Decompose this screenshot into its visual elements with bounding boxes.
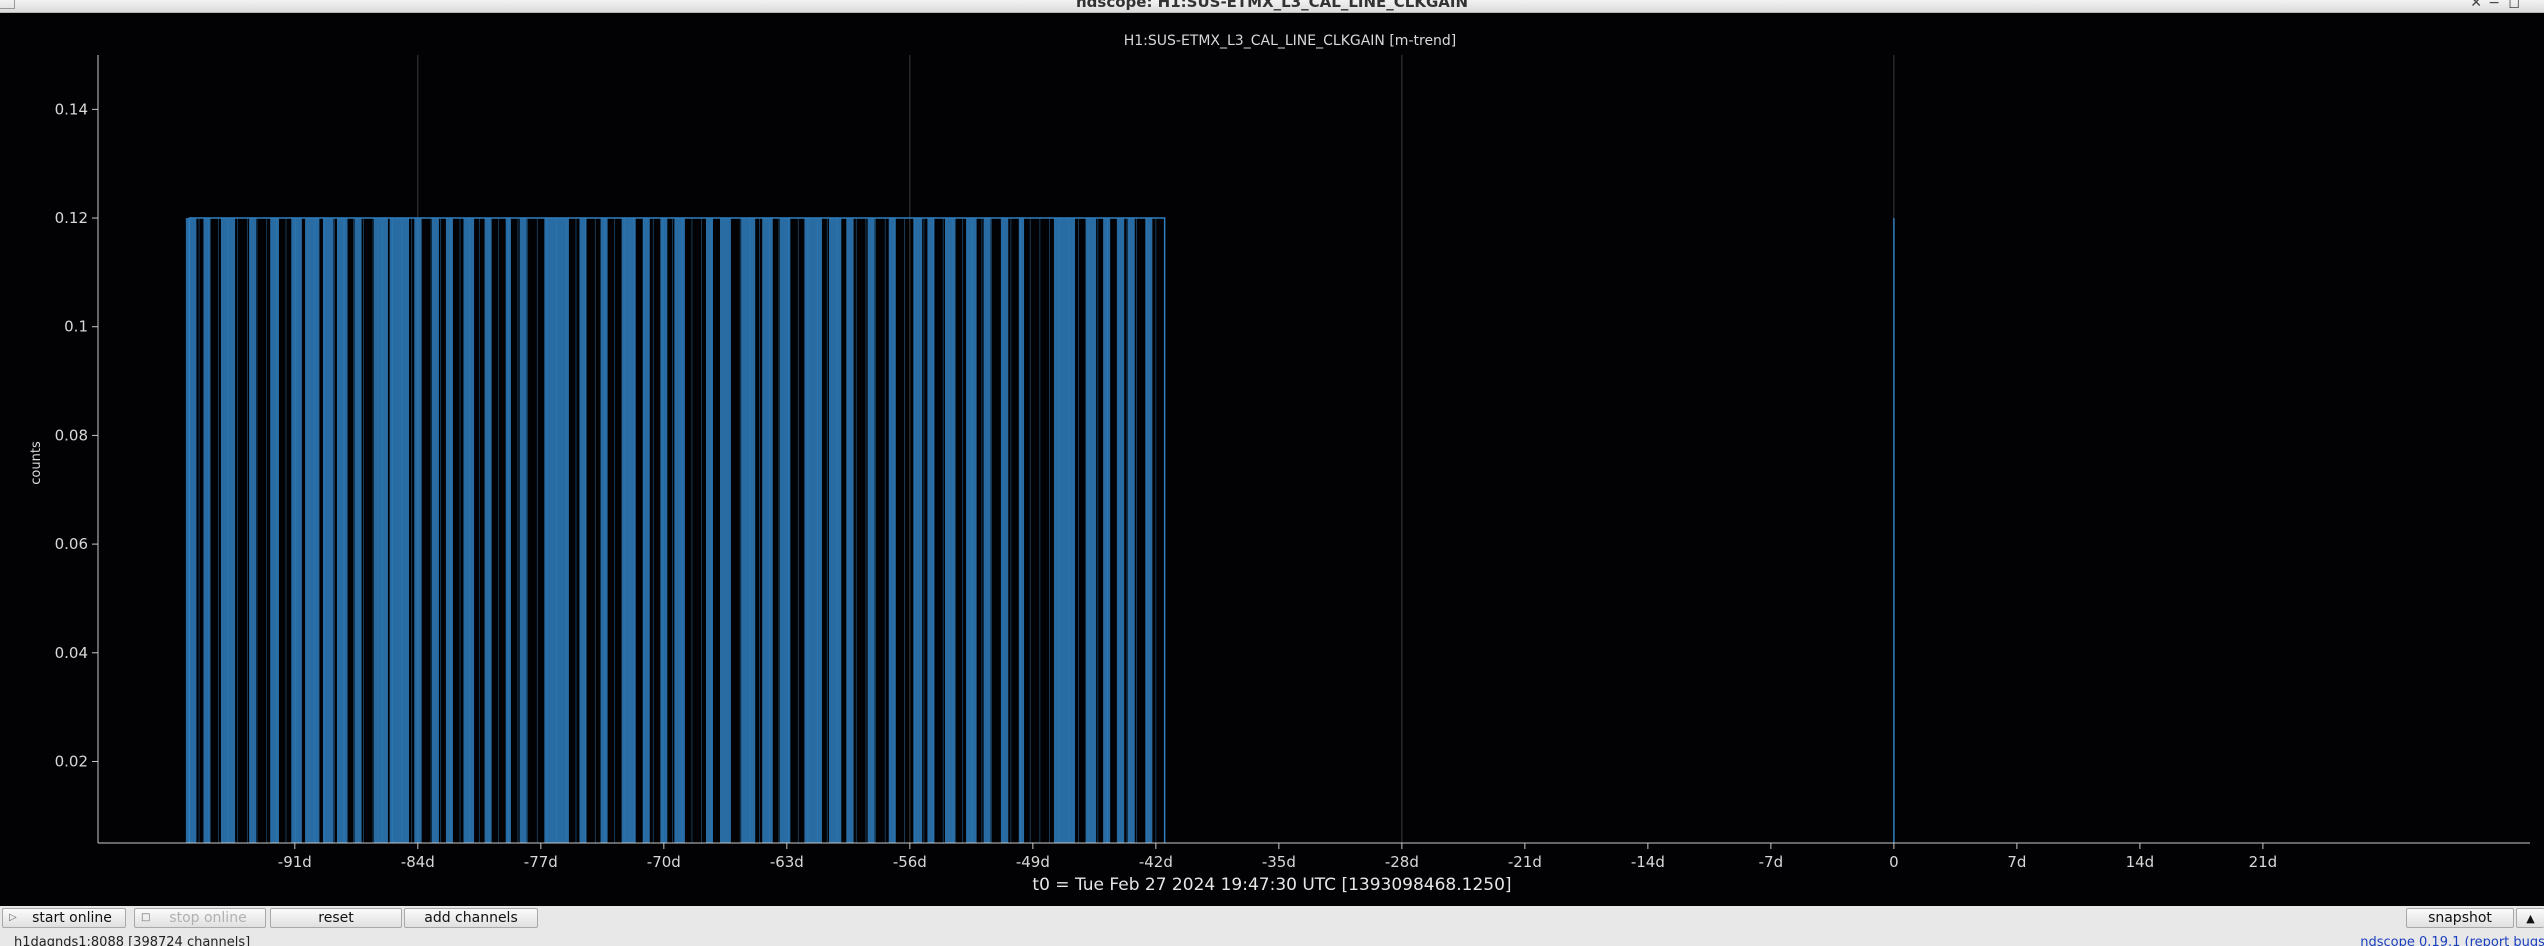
x-tick-label: 14d (2126, 853, 2155, 871)
x-tick-label: -49d (1016, 853, 1050, 871)
plot-area[interactable]: 0.02 0.04 0.06 0.08 0.1 0.12 0.14 -91d -84d -77d -… (0, 13, 2544, 906)
data-bar (414, 218, 422, 843)
data-bar (804, 218, 822, 843)
version-link[interactable]: ndscope 0.19.1 (report bugs) (2360, 935, 2544, 946)
data-bar (484, 218, 492, 843)
data-bar (600, 218, 608, 843)
x-tick-label: -14d (1631, 853, 1665, 871)
data-bar (966, 218, 977, 843)
data-bar (431, 218, 439, 843)
x-tick-label: -77d (524, 853, 558, 871)
stop-icon: □ (141, 912, 151, 923)
reset-button[interactable]: reset (270, 908, 402, 928)
data-bar (829, 218, 842, 843)
data-bar (305, 218, 320, 843)
trend-plot[interactable]: 0.02 0.04 0.06 0.08 0.1 0.12 0.14 -91d -84d -77d -… (0, 13, 2544, 906)
expand-panel-button[interactable]: ▲ (2516, 908, 2544, 928)
chevron-up-icon: ▲ (2526, 912, 2535, 925)
data-bar (846, 218, 854, 843)
toolbar: ▷ start online □ stop online reset add c… (0, 906, 2544, 932)
x-tick-label: -91d (278, 853, 312, 871)
y-axis-label: counts (29, 441, 44, 485)
data-bar (1103, 218, 1111, 843)
data-bar (249, 218, 257, 843)
data-bar (741, 218, 756, 843)
y-tick-label: 0.12 (55, 209, 88, 227)
status-bar: h1daqnds1:8088 [398724 channels] ndscope… (0, 932, 2544, 946)
add-channels-button[interactable]: add channels (404, 908, 538, 928)
data-bar (1127, 218, 1135, 843)
start-online-label: start online (32, 910, 112, 926)
close-icon[interactable]: ✕ (2470, 0, 2482, 10)
x-tick-label: -70d (647, 853, 681, 871)
start-online-button[interactable]: ▷ start online (2, 908, 126, 928)
data-bar (913, 218, 923, 843)
server-status: h1daqnds1:8088 [398724 channels] (14, 935, 251, 946)
x-tick-label: 0 (1889, 853, 1899, 871)
data-bar (519, 218, 527, 843)
x-tick-label: -35d (1262, 853, 1296, 871)
window-title-bar[interactable]: ndscope: H1:SUS-ETMX_L3_CAL_LINE_CLKGAIN… (0, 0, 2544, 13)
y-tick-label: 0.02 (55, 752, 88, 770)
data-bar (1117, 218, 1125, 843)
x-tick-label: -84d (401, 853, 435, 871)
data-bar (445, 218, 453, 843)
y-tick-label: 0.06 (55, 535, 88, 553)
data-bar (203, 218, 211, 843)
axes: 0.02 0.04 0.06 0.08 0.1 0.12 0.14 -91d -84d -77d -… (55, 55, 2530, 871)
data-bar (1018, 218, 1025, 843)
data-bar (674, 218, 685, 843)
stop-online-button[interactable]: □ stop online (134, 908, 266, 928)
maximize-icon[interactable]: ◻ (2508, 0, 2520, 10)
play-icon: ▷ (9, 912, 17, 923)
data-bar (336, 218, 348, 843)
data-bar (291, 218, 302, 843)
data-series (185, 217, 1895, 843)
stop-online-label: stop online (169, 910, 247, 926)
data-bar (762, 218, 773, 843)
data-bar (706, 218, 714, 843)
data-bar (944, 218, 956, 843)
data-bar (270, 218, 279, 843)
x-tick-label: -42d (1139, 853, 1173, 871)
data-bar (1085, 218, 1097, 843)
window-title: ndscope: H1:SUS-ETMX_L3_CAL_LINE_CLKGAIN (1076, 0, 1468, 11)
snapshot-button[interactable]: snapshot (2406, 908, 2514, 928)
t0-label: t0 = Tue Feb 27 2024 19:47:30 UTC [13930… (1032, 875, 1512, 895)
data-bar (463, 218, 475, 843)
plot-title: H1:SUS-ETMX_L3_CAL_LINE_CLKGAIN [m-trend… (1124, 33, 1457, 49)
data-bar (1053, 218, 1076, 843)
data-bar (983, 218, 991, 843)
data-bar (373, 218, 388, 843)
x-tick-label: 7d (2007, 853, 2026, 871)
data-bar (660, 218, 668, 843)
x-tick-label: -28d (1385, 853, 1419, 871)
x-tick-label: -56d (893, 853, 927, 871)
y-tick-label: 0.14 (55, 100, 88, 118)
minimize-icon[interactable]: − (2488, 0, 2500, 10)
x-tick-label: -7d (1759, 853, 1783, 871)
data-bar (354, 218, 362, 843)
y-tick-label: 0.04 (55, 644, 88, 662)
y-tick-label: 0.1 (64, 318, 88, 336)
data-bar (185, 218, 197, 843)
data-bar (1001, 218, 1009, 843)
data-bar (720, 218, 731, 843)
y-tick-label: 0.08 (55, 426, 88, 444)
x-tick-label: 21d (2249, 853, 2278, 871)
data-bar (867, 218, 875, 843)
x-tick-label: -21d (1508, 853, 1542, 871)
x-tick-label: -63d (770, 853, 804, 871)
